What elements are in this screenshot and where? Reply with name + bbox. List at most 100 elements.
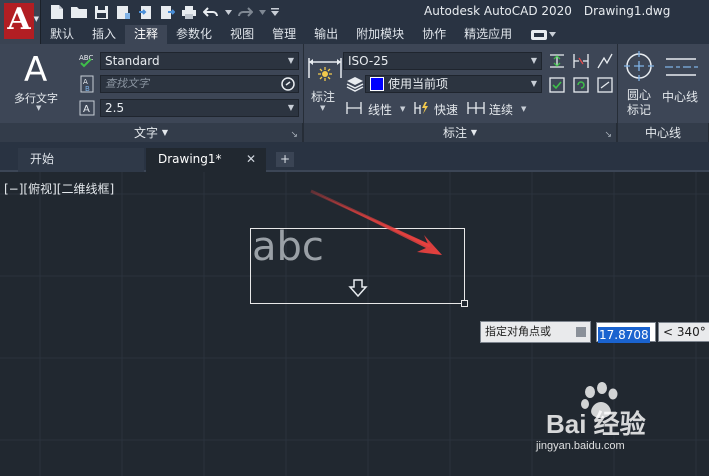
document-tab-bar: 开始 Drawing1* ✕ + xyxy=(0,142,709,172)
print-icon[interactable] xyxy=(180,3,198,21)
reassociate-dimension-icon[interactable] xyxy=(596,76,614,94)
dynamic-input-distance[interactable]: 17.8708 xyxy=(596,322,656,343)
linear-dimension-dropdown-icon[interactable]: ▼ xyxy=(400,105,405,113)
text-style-dropdown-icon: ▼ xyxy=(287,56,294,65)
document-title: Drawing1.dwg xyxy=(583,4,671,18)
dynamic-input-angle[interactable]: < 340° xyxy=(658,322,709,342)
multiline-text-icon[interactable]: A xyxy=(24,50,47,90)
dimension-layer-dropdown-icon: ▼ xyxy=(530,79,537,88)
tab-parametric[interactable]: 参数化 xyxy=(167,25,221,44)
linear-dimension-label[interactable]: 线性 xyxy=(368,101,392,118)
new-tab-button[interactable]: + xyxy=(276,152,294,167)
text-panel-expand-icon: ▼ xyxy=(161,128,168,137)
tab-featured-apps[interactable]: 精选应用 xyxy=(455,25,521,44)
dimension-layer-value: 使用当前项 xyxy=(388,77,449,91)
ribbon-display-caret-icon xyxy=(549,32,557,37)
save-as-icon[interactable] xyxy=(114,3,132,21)
tab-collaborate[interactable]: 协作 xyxy=(413,25,455,44)
dimension-icon[interactable] xyxy=(307,50,343,86)
text-panel-title[interactable]: 文字 ▼ ↘ xyxy=(0,123,303,142)
new-file-icon[interactable] xyxy=(48,3,66,21)
text-style-value: Standard xyxy=(105,54,160,68)
close-tab-icon[interactable]: ✕ xyxy=(246,148,256,170)
dimension-panel-dialog-launcher-icon[interactable]: ↘ xyxy=(604,130,612,140)
centerline-panel-title-label: 中心线 xyxy=(644,126,681,140)
tab-view[interactable]: 视图 xyxy=(221,25,263,44)
dimension-dropdown-icon[interactable]: ▼ xyxy=(320,104,325,112)
centerline-panel-title: 中心线 xyxy=(618,123,709,142)
tab-drawing1[interactable]: Drawing1* ✕ xyxy=(146,148,266,172)
multiline-text-dropdown-icon[interactable]: ▼ xyxy=(36,104,41,112)
dimension-style-value: ISO-25 xyxy=(348,54,389,68)
svg-text:ABC: ABC xyxy=(79,54,93,62)
quick-dimension-icon[interactable] xyxy=(414,101,430,115)
prompt-options-icon[interactable] xyxy=(576,327,586,337)
dimension-panel-title-label: 标注 xyxy=(443,126,468,140)
tab-output[interactable]: 输出 xyxy=(305,25,347,44)
tab-annotate[interactable]: 注释 xyxy=(125,25,168,44)
svg-text:A: A xyxy=(83,104,90,115)
autocad-window: Autodesk AutoCAD 2020 Drawing1.dwg A ▼ 默认… xyxy=(0,0,709,476)
dimension-style-dropdown-icon: ▼ xyxy=(530,56,537,65)
text-style-select[interactable]: Standard ▼ xyxy=(100,52,299,70)
undo-dropdown-icon[interactable] xyxy=(224,3,232,21)
find-text-placeholder: 查找文字 xyxy=(105,77,149,90)
dimension-panel-expand-icon: ▼ xyxy=(470,128,477,137)
dimension-button-label[interactable]: 标注 xyxy=(311,88,335,105)
dimension-break-icon[interactable] xyxy=(572,52,590,70)
update-dimension-icon[interactable] xyxy=(572,76,590,94)
find-text-input[interactable]: 查找文字 xyxy=(100,75,299,93)
continue-dimension-dropdown-icon[interactable]: ▼ xyxy=(521,105,526,113)
linear-dimension-icon[interactable] xyxy=(346,101,362,115)
dynamic-input-prompt: 指定对角点或 xyxy=(480,321,591,343)
dimension-panel-title[interactable]: 标注 ▼ ↘ xyxy=(304,123,617,142)
text-height-dropdown-icon: ▼ xyxy=(287,103,294,112)
search-icon[interactable] xyxy=(280,76,296,92)
dimension-layer-select[interactable]: 使用当前项 ▼ xyxy=(365,75,542,93)
customize-qat-icon[interactable] xyxy=(270,3,280,21)
redo-dropdown-icon[interactable] xyxy=(258,3,266,21)
centerline-icon[interactable] xyxy=(664,56,698,78)
center-mark-icon[interactable] xyxy=(623,50,655,82)
ribbon-tab-bar: 默认 插入 注释 参数化 视图 管理 输出 附加模块 协作 精选应用 xyxy=(41,25,709,44)
continue-dimension-icon[interactable] xyxy=(467,101,485,115)
tab-manage[interactable]: 管理 xyxy=(263,25,305,44)
app-menu-caret-icon: ▼ xyxy=(33,15,39,23)
title-bar: Autodesk AutoCAD 2020 Drawing1.dwg xyxy=(0,0,709,25)
export-icon[interactable] xyxy=(158,3,176,21)
application-menu-button[interactable]: A ▼ xyxy=(0,0,41,44)
text-height-value: 2.5 xyxy=(105,101,125,115)
watermark-brand: Bai 经验 xyxy=(546,409,646,439)
dimension-space-icon[interactable] xyxy=(548,52,566,70)
centerline-label[interactable]: 中心线 xyxy=(662,88,698,105)
tab-insert[interactable]: 插入 xyxy=(83,25,125,44)
tab-start-label: 开始 xyxy=(30,152,55,166)
tab-start[interactable]: 开始 xyxy=(18,148,144,172)
dimension-style-select[interactable]: ISO-25 ▼ xyxy=(343,52,542,70)
center-mark-label[interactable]: 圆心 标记 xyxy=(627,88,651,118)
tab-default[interactable]: 默认 xyxy=(41,25,83,44)
redo-icon[interactable] xyxy=(236,3,254,21)
svg-text:B: B xyxy=(85,85,90,93)
import-icon[interactable] xyxy=(136,3,154,21)
quick-dimension-label[interactable]: 快速 xyxy=(434,101,458,118)
find-text-icon: AB xyxy=(78,75,96,93)
quick-access-toolbar xyxy=(48,3,280,21)
tab-drawing1-label: Drawing1* xyxy=(158,152,222,166)
drawing-canvas[interactable]: [−][俯视][二维线框] abc 指定对角点或 17.8708 < 340° … xyxy=(0,172,709,476)
dynamic-input-prompt-text: 指定对角点或 xyxy=(485,325,551,338)
watermark-url: jingyan.baidu.com xyxy=(536,440,625,452)
text-panel-dialog-launcher-icon[interactable]: ↘ xyxy=(290,130,298,140)
open-folder-icon[interactable] xyxy=(70,3,88,21)
text-height-icon: A xyxy=(78,99,96,117)
save-icon[interactable] xyxy=(92,3,110,21)
layer-stack-icon xyxy=(346,76,364,92)
ribbon-display-toggle[interactable] xyxy=(531,29,557,40)
dimension-jog-icon[interactable] xyxy=(596,52,614,70)
autocad-logo-icon: A xyxy=(4,3,34,39)
text-height-select[interactable]: 2.5 ▼ xyxy=(100,99,299,117)
continue-dimension-label[interactable]: 连续 xyxy=(489,101,513,118)
tab-addins[interactable]: 附加模块 xyxy=(347,25,413,44)
inspect-dimension-icon[interactable] xyxy=(548,76,566,94)
undo-icon[interactable] xyxy=(202,3,220,21)
